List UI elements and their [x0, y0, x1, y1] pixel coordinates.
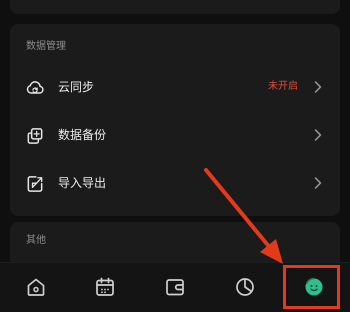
- cloud-sync-icon: [26, 81, 44, 94]
- chevron-right-icon: [314, 177, 322, 189]
- backup-icon: [27, 128, 43, 144]
- data-backup-label: 数据备份: [58, 128, 107, 142]
- pie-chart-icon[interactable]: [233, 275, 257, 299]
- chevron-right-icon: [314, 129, 322, 141]
- section-title-other: 其他: [26, 235, 46, 246]
- data-backup-row[interactable]: 数据备份: [10, 115, 340, 155]
- cloud-sync-status: 未开启: [268, 81, 298, 92]
- settings-screen: 数据管理 云同步 未开启 数据备份 导入导出 其他: [0, 0, 350, 312]
- calendar-icon[interactable]: [93, 275, 117, 299]
- cloud-sync-label: 云同步: [58, 80, 95, 94]
- previous-card-bottom: [10, 0, 340, 14]
- chevron-right-icon: [314, 81, 322, 93]
- import-export-row[interactable]: 导入导出: [10, 163, 340, 203]
- wallet-icon[interactable]: [163, 275, 187, 299]
- home-icon[interactable]: [24, 275, 48, 299]
- annotation-highlight-box: [283, 265, 340, 309]
- import-export-icon: [27, 176, 43, 192]
- data-management-card: 数据管理 云同步 未开启 数据备份 导入导出: [10, 24, 340, 216]
- section-title-data-management: 数据管理: [26, 41, 66, 52]
- cloud-sync-row[interactable]: 云同步 未开启: [10, 67, 340, 107]
- import-export-label: 导入导出: [58, 176, 107, 190]
